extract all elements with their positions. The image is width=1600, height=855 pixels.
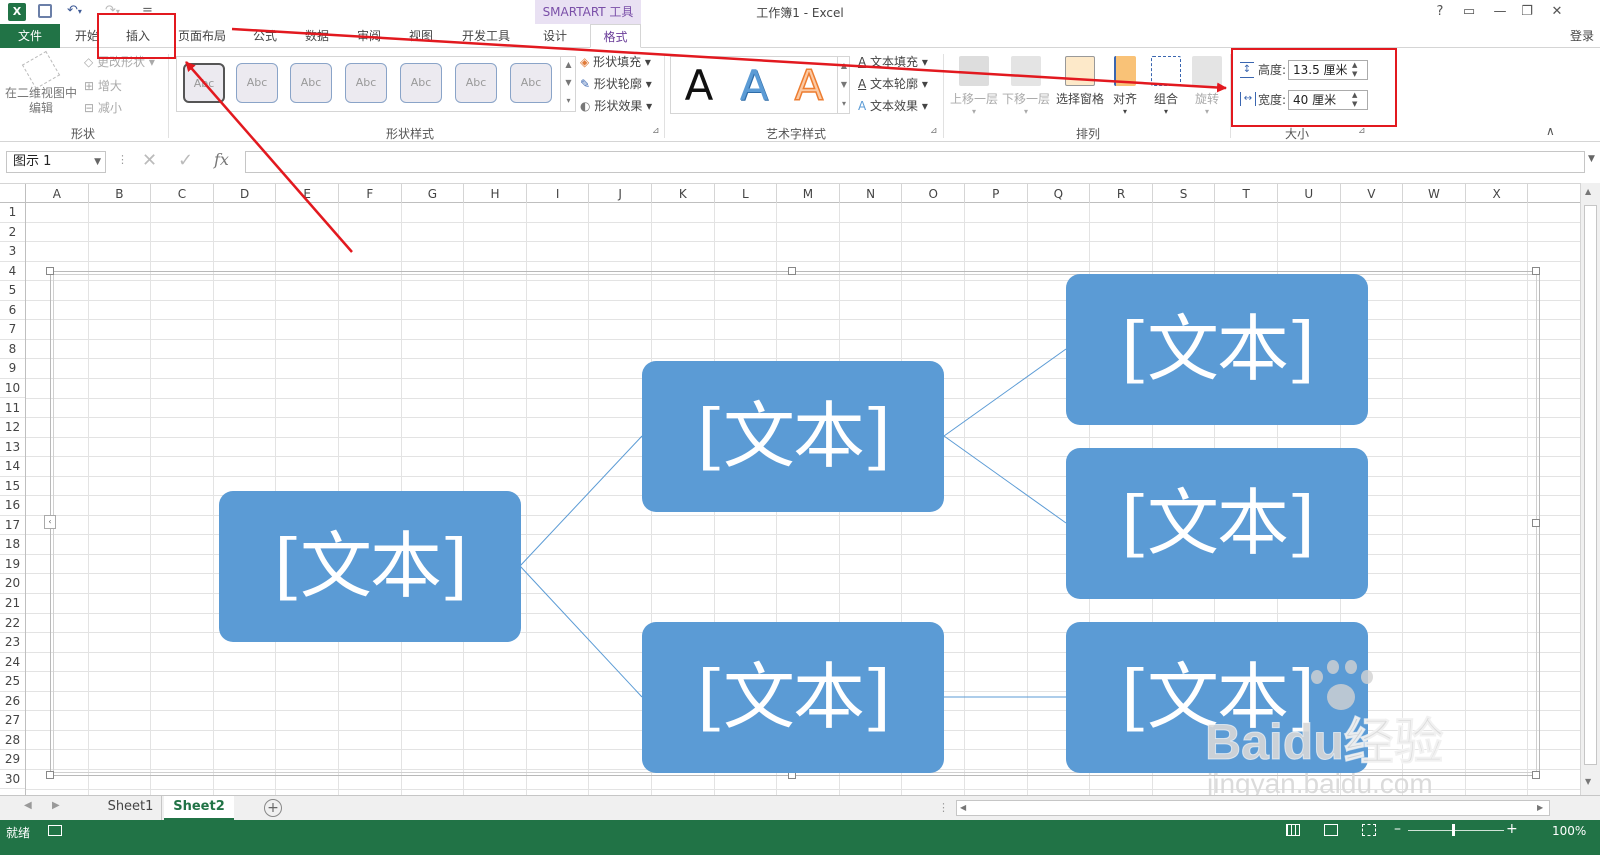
prev-sheet-icon[interactable]: ◀	[24, 800, 32, 811]
zoom-slider[interactable]	[1408, 830, 1504, 831]
next-sheet-icon[interactable]: ▶	[52, 800, 60, 811]
scroll-right-icon[interactable]: ▶	[1537, 803, 1543, 812]
zoom-slider-thumb[interactable]	[1452, 824, 1455, 836]
sheet-tab-sheet1[interactable]: Sheet1	[100, 796, 162, 820]
tab-splitter-icon[interactable]: ⋮	[938, 801, 949, 814]
macro-record-icon[interactable]	[48, 825, 62, 836]
annotation-arrow-to-size	[231, 27, 1227, 93]
status-ready: 就绪	[6, 826, 31, 840]
zoom-level[interactable]: 100%	[1552, 824, 1586, 838]
sheet-tab-bar: ◀ ▶ Sheet1 Sheet2 + ⋮ ◀ ▶	[0, 795, 1600, 820]
page-break-view-icon[interactable]	[1362, 824, 1376, 836]
normal-view-icon[interactable]	[1286, 824, 1300, 836]
status-bar: 就绪 – + 100%	[0, 820, 1600, 855]
annotation-arrows	[185, 27, 1227, 253]
sheet2-label: Sheet2	[173, 799, 225, 814]
zoom-in-icon[interactable]: +	[1506, 821, 1518, 837]
horizontal-scrollbar[interactable]: ◀ ▶	[956, 800, 1550, 816]
page-layout-view-icon[interactable]	[1324, 824, 1338, 836]
annotation-arrow-to-insert	[185, 61, 353, 253]
sheet-tab-sheet2[interactable]: Sheet2	[164, 796, 234, 820]
scroll-left-icon[interactable]: ◀	[960, 803, 966, 812]
add-sheet-icon[interactable]: +	[264, 799, 282, 817]
zoom-out-icon[interactable]: –	[1394, 821, 1401, 837]
sheet1-label: Sheet1	[107, 799, 154, 814]
